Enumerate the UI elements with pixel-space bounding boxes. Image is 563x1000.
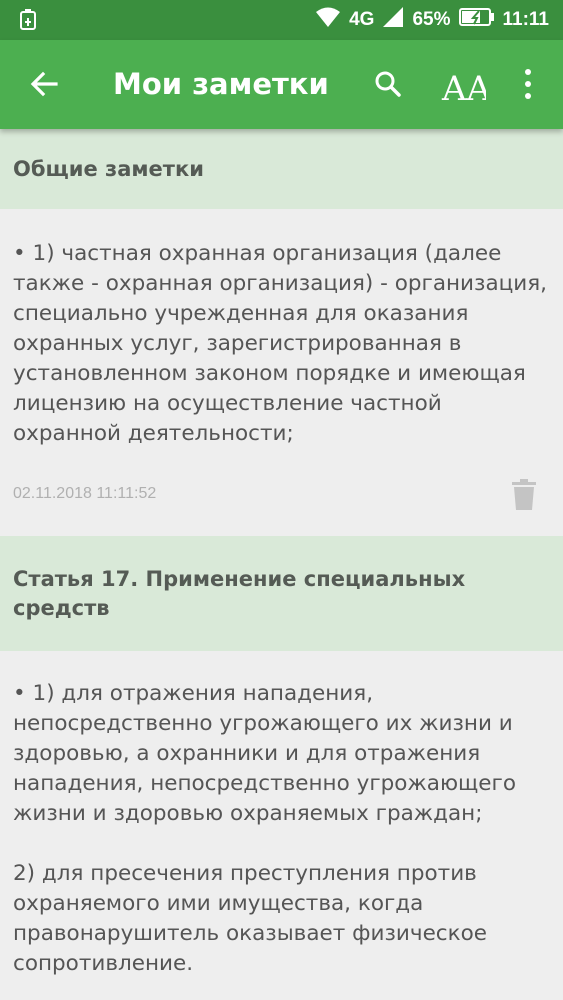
note-title: Статья 17. Применение специальных средст… — [13, 566, 466, 620]
more-options-button[interactable] — [510, 62, 546, 106]
note-header[interactable]: Общие заметки — [0, 129, 563, 209]
font-size-label: AA — [441, 69, 486, 108]
battery-percent: 65% — [412, 9, 451, 30]
trash-icon — [511, 479, 537, 515]
search-icon — [366, 71, 410, 110]
search-button[interactable] — [366, 62, 410, 106]
note-text: • 1) частная охранная организация (далее… — [13, 241, 554, 446]
clock: 11:11 — [502, 9, 550, 30]
battery-icon — [458, 7, 495, 33]
page-title: Мои заметки — [113, 67, 329, 101]
note-text: • 1) для отражения нападения, непосредст… — [13, 681, 516, 976]
note-header[interactable]: Статья 17. Применение специальных средст… — [0, 536, 563, 651]
usb-debug-icon — [18, 8, 38, 32]
note-title: Общие заметки — [13, 156, 204, 181]
back-button[interactable] — [22, 62, 66, 106]
note-date: 02.11.2018 11:11:52 — [13, 485, 157, 502]
note-card[interactable]: • 1) частная охранная организация (далее… — [0, 209, 563, 536]
app-bar: Мои заметки AA — [0, 40, 563, 129]
wifi-icon — [315, 6, 341, 34]
back-arrow-icon — [22, 71, 66, 110]
delete-note-button[interactable] — [511, 479, 537, 511]
font-size-button[interactable]: AA — [438, 60, 492, 109]
more-vert-icon — [510, 69, 546, 110]
signal-icon — [382, 6, 404, 34]
font-size-icon: AA — [438, 69, 492, 112]
network-type: 4G — [349, 9, 375, 30]
status-bar: 4G 65% 11:11 — [0, 0, 563, 40]
note-card[interactable]: • 1) для отражения нападения, непосредст… — [0, 651, 563, 1000]
